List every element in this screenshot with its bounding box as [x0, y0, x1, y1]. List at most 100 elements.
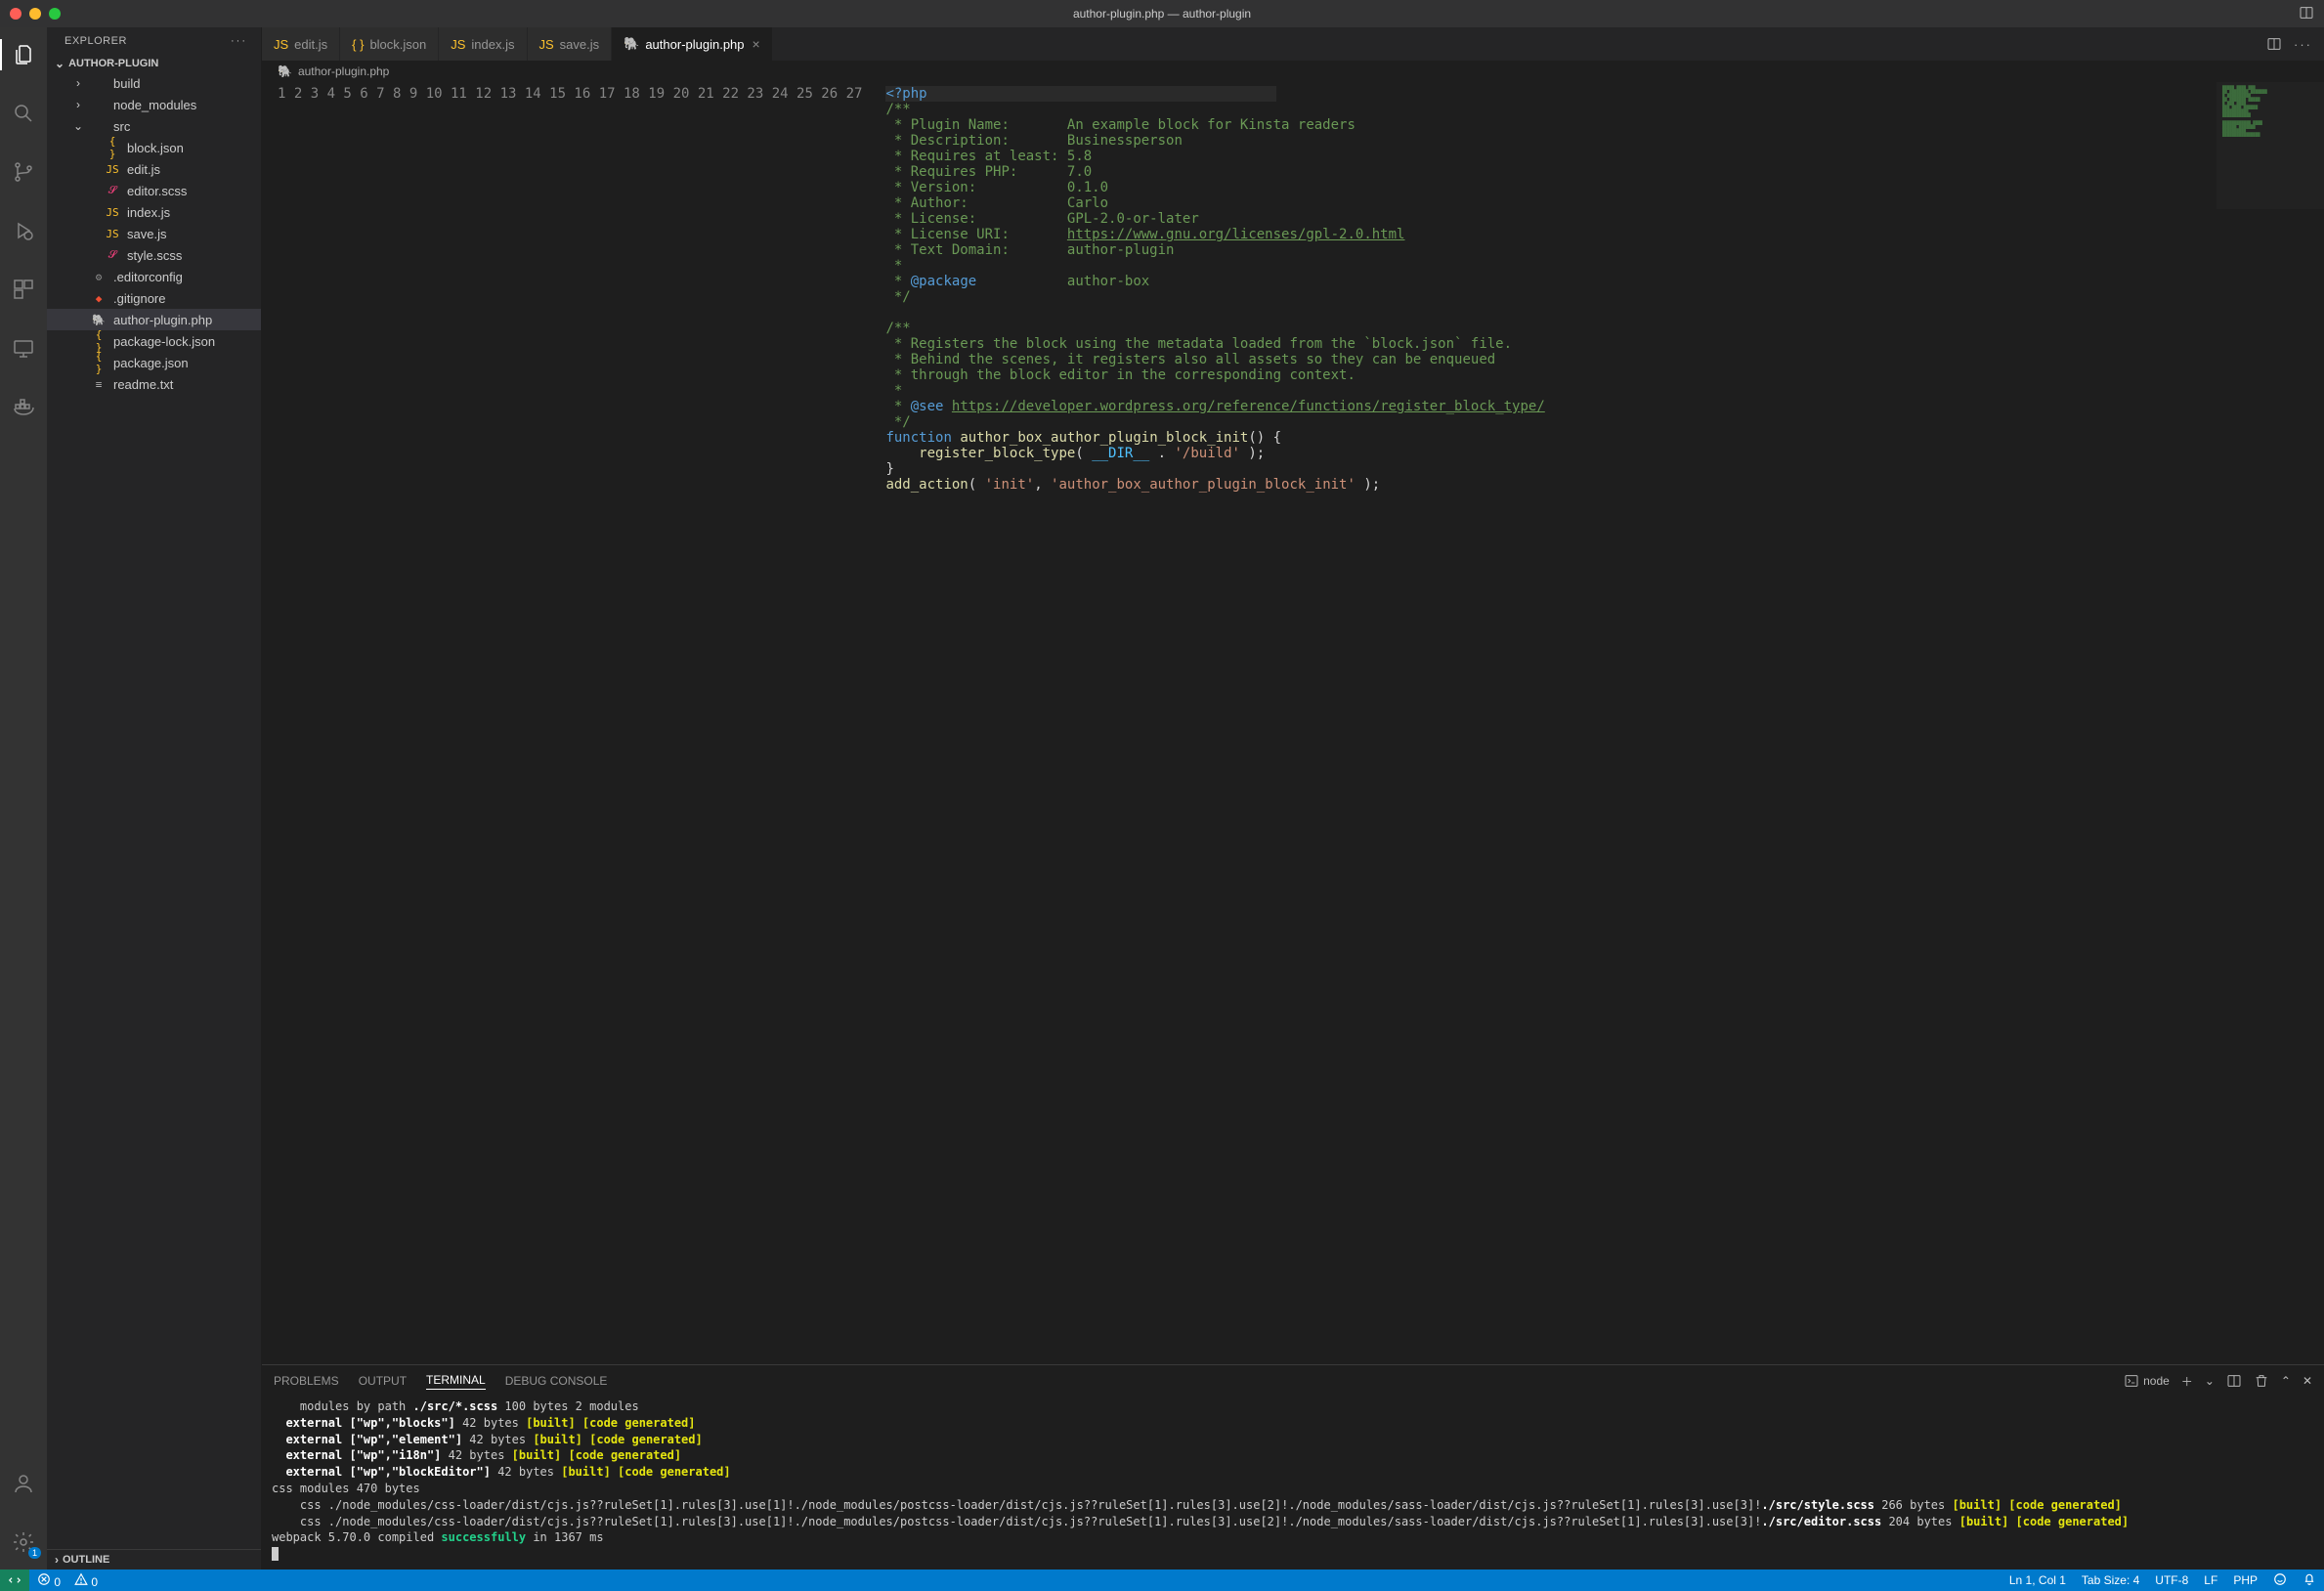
- panel-chevron-icon[interactable]: ⌃: [2281, 1374, 2291, 1388]
- php-icon: 🐘: [278, 64, 292, 78]
- editor-area: JSedit.js{ }block.jsonJSindex.jsJSsave.j…: [262, 27, 2324, 1570]
- tree-item-label: block.json: [127, 141, 184, 155]
- tree-item-edit-js[interactable]: JSedit.js: [47, 158, 261, 180]
- tab-save-js[interactable]: JSsave.js: [528, 27, 613, 61]
- js-icon: JS: [104, 228, 121, 240]
- tree-item--gitignore[interactable]: ◆.gitignore: [47, 287, 261, 309]
- tree-item-label: readme.txt: [113, 377, 173, 392]
- activity-search[interactable]: [0, 94, 47, 133]
- cfg-icon: ⚙: [90, 271, 108, 283]
- tree-item-style-scss[interactable]: 𝓢style.scss: [47, 244, 261, 266]
- close-icon[interactable]: ×: [753, 36, 760, 52]
- split-terminal-icon[interactable]: [2226, 1373, 2242, 1389]
- layout-icon[interactable]: [2299, 5, 2314, 23]
- tree-item-block-json[interactable]: { } block.json: [47, 137, 261, 158]
- remote-icon: [8, 1573, 22, 1587]
- activity-scm[interactable]: [0, 152, 47, 192]
- close-window[interactable]: [10, 8, 22, 20]
- tree-item--editorconfig[interactable]: ⚙.editorconfig: [47, 266, 261, 287]
- titlebar: author-plugin.php — author-plugin: [0, 0, 2324, 27]
- minimap[interactable]: █████ ████ █████ ████████ ████████ █████…: [2216, 82, 2324, 209]
- window-title: author-plugin.php — author-plugin: [0, 7, 2324, 21]
- remote-indicator[interactable]: [0, 1570, 29, 1591]
- error-icon: [37, 1572, 51, 1586]
- chevron-right-icon: ›: [72, 98, 84, 111]
- code-editor[interactable]: 1 2 3 4 5 6 7 8 9 10 11 12 13 14 15 16 1…: [262, 82, 2324, 1364]
- status-language[interactable]: PHP: [2233, 1573, 2258, 1587]
- json-icon: { }: [104, 135, 121, 160]
- status-bar: 0 0 Ln 1, Col 1 Tab Size: 4 UTF-8 LF PHP: [0, 1570, 2324, 1591]
- tab-problems[interactable]: PROBLEMS: [274, 1374, 339, 1388]
- outline-section[interactable]: › OUTLINE: [47, 1549, 261, 1570]
- tab-debug[interactable]: DEBUG CONSOLE: [505, 1374, 608, 1388]
- activity-extensions[interactable]: [0, 270, 47, 309]
- tree-item-label: save.js: [127, 227, 166, 241]
- tab-author-plugin-php[interactable]: 🐘author-plugin.php×: [612, 27, 773, 61]
- project-header[interactable]: ⌄ AUTHOR-PLUGIN: [47, 55, 261, 72]
- tab-edit-js[interactable]: JSedit.js: [262, 27, 340, 61]
- tab-label: author-plugin.php: [645, 37, 744, 52]
- explorer-title: EXPLORER: [65, 35, 127, 47]
- tab-index-js[interactable]: JSindex.js: [439, 27, 527, 61]
- tab-label: index.js: [471, 37, 514, 52]
- tab-output[interactable]: OUTPUT: [359, 1374, 407, 1388]
- js-icon: JS: [274, 37, 288, 52]
- js-icon: JS: [104, 206, 121, 219]
- split-editor-icon[interactable]: [2266, 36, 2282, 52]
- tree-item-save-js[interactable]: JS save.js: [47, 223, 261, 244]
- tree-item-label: index.js: [127, 205, 170, 220]
- terminal-dropdown-icon[interactable]: ⌄: [2205, 1374, 2215, 1388]
- status-warnings[interactable]: 0: [74, 1572, 98, 1589]
- terminal-output[interactable]: modules by path ./src/*.scss 100 bytes 2…: [262, 1397, 2324, 1570]
- status-eol[interactable]: LF: [2204, 1573, 2217, 1587]
- tab-terminal[interactable]: TERMINAL: [426, 1373, 486, 1390]
- status-lncol[interactable]: Ln 1, Col 1: [2009, 1573, 2066, 1587]
- terminal-shell[interactable]: node: [2124, 1373, 2170, 1389]
- activity-account[interactable]: [0, 1464, 47, 1503]
- breadcrumb[interactable]: 🐘 author-plugin.php: [262, 61, 2324, 82]
- settings-badge: 1: [28, 1547, 41, 1559]
- activity-settings[interactable]: 1: [0, 1523, 47, 1562]
- tree-item-label: author-plugin.php: [113, 313, 212, 327]
- tab-label: block.json: [369, 37, 426, 52]
- status-feedback-icon[interactable]: [2273, 1572, 2287, 1589]
- play-bug-icon: [12, 219, 35, 242]
- tab-more-icon[interactable]: ···: [2294, 37, 2312, 52]
- tab-block-json[interactable]: { } block.json: [340, 27, 439, 61]
- tree-item-package-lock-json[interactable]: { }package-lock.json: [47, 330, 261, 352]
- minimize-window[interactable]: [29, 8, 41, 20]
- activity-docker[interactable]: [0, 387, 47, 426]
- panel-close-icon[interactable]: ✕: [2302, 1374, 2312, 1388]
- remote-icon: [12, 336, 35, 360]
- tree-item-node-modules[interactable]: ›node_modules: [47, 94, 261, 115]
- tab-label: save.js: [560, 37, 599, 52]
- tree-item-label: style.scss: [127, 248, 182, 263]
- status-tabsize[interactable]: Tab Size: 4: [2082, 1573, 2139, 1587]
- txt-icon: ≡: [90, 378, 108, 391]
- tree-item-index-js[interactable]: JS index.js: [47, 201, 261, 223]
- maximize-window[interactable]: [49, 8, 61, 20]
- json-icon: { }: [352, 37, 364, 52]
- tree-item-author-plugin-php[interactable]: 🐘 author-plugin.php: [47, 309, 261, 330]
- activity-explorer[interactable]: [0, 35, 47, 74]
- docker-icon: [12, 395, 35, 418]
- tree-item-readme-txt[interactable]: ≡ readme.txt: [47, 373, 261, 395]
- new-terminal-icon[interactable]: ＋: [2181, 1373, 2193, 1390]
- chevron-right-icon: ›: [72, 76, 84, 90]
- status-encoding[interactable]: UTF-8: [2155, 1573, 2188, 1587]
- tree-item-package-json[interactable]: { }package.json: [47, 352, 261, 373]
- activity-remote[interactable]: [0, 328, 47, 367]
- trash-icon[interactable]: [2254, 1373, 2269, 1389]
- tree-item-src[interactable]: ⌄src: [47, 115, 261, 137]
- sidebar-explorer: EXPLORER ··· ⌄ AUTHOR-PLUGIN ›build›node…: [47, 27, 262, 1570]
- activity-debug[interactable]: [0, 211, 47, 250]
- status-bell-icon[interactable]: [2302, 1572, 2316, 1589]
- editor-tabs: JSedit.js{ }block.jsonJSindex.jsJSsave.j…: [262, 27, 2324, 61]
- php-icon: 🐘: [90, 314, 108, 326]
- tree-item-editor-scss[interactable]: 𝓢editor.scss: [47, 180, 261, 201]
- explorer-more-icon[interactable]: ···: [231, 35, 247, 47]
- tree-item-build[interactable]: ›build: [47, 72, 261, 94]
- files-icon: [12, 43, 35, 66]
- scss-icon: 𝓢: [104, 184, 121, 197]
- status-errors[interactable]: 0: [37, 1572, 61, 1589]
